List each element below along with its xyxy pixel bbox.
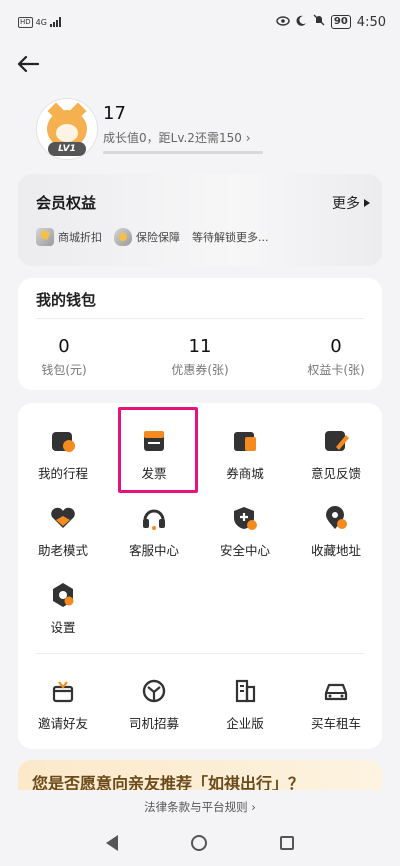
profile-header[interactable]: LV1 17 成长值0，距Lv.2还需150 › [36,98,376,160]
coupon-mall-icon [231,427,259,455]
wallet-card: 我的钱包 0 钱包(元) 11 优惠券(张) 0 权益卡(张) [18,278,382,390]
location-pin-icon [322,504,350,532]
service-settings[interactable]: 设置 [18,581,108,647]
service-label: 安全中心 [219,543,270,558]
nav-recents-icon[interactable] [279,836,294,850]
coupons-label: 优惠券(张) [171,363,229,377]
arrow-left-icon [17,55,40,73]
invoice-highlight-box [118,407,198,493]
service-label: 司机招募 [128,716,179,731]
gear-icon [49,581,77,609]
chevron-right-icon: › [245,131,251,145]
service-label: 企业版 [226,716,264,731]
more-label: 更多 [332,196,360,212]
trips-icon [49,427,77,455]
username: 17 [103,103,126,124]
steering-wheel-icon [140,677,168,705]
coupons-value: 11 [188,336,212,357]
service-coupon-mall[interactable]: 券商城 [200,427,290,493]
service-label: 客服中心 [128,543,179,558]
benefit-locked: 等待解锁更多... [192,229,269,245]
benefits-list: 商城折扣 保险保障 等待解锁更多... [36,228,269,246]
wallet-balance-label: 钱包(元) [41,363,87,377]
mute-bell-icon [313,14,325,30]
wallet-title: 我的钱包 [36,291,97,309]
moon-icon [296,15,307,30]
shield-icon [114,228,132,246]
nav-back-icon[interactable] [106,835,119,851]
service-my-trips[interactable]: 我的行程 [18,427,108,493]
service-feedback[interactable]: 意见反馈 [291,427,381,493]
banner-text: 您是否愿意向亲友推荐「如祺出行」？ [32,774,305,790]
service-safety-center[interactable]: 安全中心 [200,504,290,570]
wallet-benefit-cards[interactable]: 0 权益卡(张) [286,336,386,378]
service-driver-recruitment[interactable]: 司机招募 [109,677,199,743]
benefit-mall-discount[interactable]: 商城折扣 [36,228,102,246]
system-nav-bar [0,820,400,866]
member-title: 会员权益 [36,194,97,212]
service-label: 意见反馈 [310,466,361,481]
eye-icon [276,15,290,30]
signal-icon [49,17,61,27]
benefit-label: 等待解锁更多... [192,231,269,244]
discount-tag-icon [36,228,54,246]
clock: 4:50 [356,14,386,30]
wallet-coupons[interactable]: 11 优惠券(张) [150,336,250,378]
status-left: HD 4G [18,16,61,28]
car-icon [322,677,350,705]
legal-terms-label: 法律条款与平台规则 [144,800,248,814]
service-label: 买车租车 [310,716,361,731]
gift-icon [49,677,77,705]
back-button[interactable] [14,52,42,76]
growth-progress-bar [103,151,263,154]
network-type: 4G [35,17,47,27]
shield-plus-icon [231,504,259,532]
member-benefits-card[interactable]: 会员权益 更多 商城折扣 保险保障 等待解锁更多... [18,174,382,266]
level-badge: LV1 [48,142,86,156]
service-enterprise[interactable]: 企业版 [200,677,290,743]
service-label: 我的行程 [37,466,88,481]
growth-text[interactable]: 成长值0，距Lv.2还需150 › [103,129,251,146]
headset-icon [140,504,168,532]
status-right: 90 4:50 [276,14,386,30]
chevron-right-icon: › [251,800,256,814]
legal-terms-link[interactable]: 法律条款与平台规则 › [0,796,400,818]
hd-icon: HD [18,16,33,28]
services-grid: 我的行程 发票 券商城 意见反馈 助老模式 客服中心 安全中心 收藏地址 设置 … [18,403,382,749]
service-label: 邀请好友 [37,716,88,731]
wallet-balance-value: 0 [58,336,70,357]
benefit-label: 保险保障 [136,231,180,244]
heart-hands-icon [49,504,77,532]
service-buy-rent-car[interactable]: 买车租车 [291,677,381,743]
service-elderly-mode[interactable]: 助老模式 [18,504,108,570]
feedback-icon [322,427,350,455]
status-bar: HD 4G 90 4:50 [0,0,400,44]
service-customer-service[interactable]: 客服中心 [109,504,199,570]
battery-icon: 90 [330,15,351,29]
divider [36,653,364,654]
benefit-label: 商城折扣 [58,231,102,244]
member-more-button[interactable]: 更多 [332,193,370,213]
triangle-right-icon [364,199,370,207]
service-label: 收藏地址 [310,543,361,558]
service-invite-friends[interactable]: 邀请好友 [18,677,108,743]
growth-text-label: 成长值0，距Lv.2还需150 [103,131,242,145]
service-saved-addresses[interactable]: 收藏地址 [291,504,381,570]
divider [36,318,364,319]
recommend-survey-banner[interactable]: 您是否愿意向亲友推荐「如祺出行」？ [18,760,382,790]
benefit-insurance[interactable]: 保险保障 [114,228,180,246]
wallet-balance[interactable]: 0 钱包(元) [14,336,114,378]
building-icon [231,677,259,705]
benefit-cards-value: 0 [330,336,342,357]
benefit-cards-label: 权益卡(张) [307,363,365,377]
service-label: 券商城 [226,466,264,481]
nav-home-icon[interactable] [190,835,207,851]
service-label: 设置 [50,620,76,635]
service-label: 助老模式 [37,543,88,558]
